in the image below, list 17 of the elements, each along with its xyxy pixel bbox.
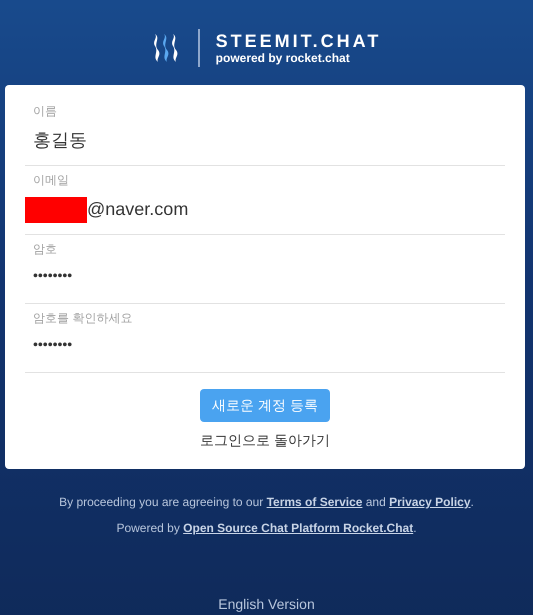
footer-link[interactable]: Privacy Policy xyxy=(389,495,471,509)
input-field[interactable]: 홍길동 xyxy=(33,127,497,154)
tagline: powered by rocket.chat xyxy=(216,50,351,64)
field-label: 암호 xyxy=(33,241,58,257)
field-label: 이메일 xyxy=(33,172,70,188)
powered-by-notice: Powered by Open Source Chat Platform Rocket.Chat. xyxy=(115,520,418,537)
back-to-login-link[interactable]: 로그인으로 돌아가기 xyxy=(200,430,330,451)
input-field[interactable]: •••••••• xyxy=(33,265,497,286)
field-label: 이름 xyxy=(33,103,58,119)
footer-link[interactable]: Open Source Chat Platform Rocket.Chat xyxy=(183,521,414,535)
field-label: 암호를 확인하세요 xyxy=(33,310,134,326)
brand-title: STEEMIT.CHAT xyxy=(216,30,382,50)
footer-link[interactable]: Terms of Service xyxy=(266,495,362,509)
terms-notice: By proceeding you are agreeing to our Terms of Service and Privacy Policy. xyxy=(58,494,475,511)
input-field[interactable]: •••••••• xyxy=(33,334,497,355)
input-field[interactable]: @naver.com xyxy=(87,196,497,223)
language-link[interactable]: English Version xyxy=(218,596,315,612)
